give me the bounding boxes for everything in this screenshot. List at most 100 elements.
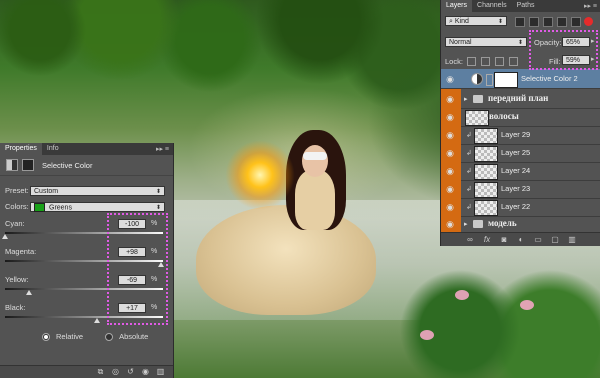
shape-filter-icon[interactable] — [557, 17, 567, 27]
girl-torso — [295, 170, 335, 230]
layer-row-selective-color[interactable]: ◉ Selective Color 2 — [441, 69, 600, 89]
layer-mask-icon[interactable] — [22, 159, 34, 171]
folder-icon[interactable]: ▭ — [534, 235, 543, 244]
eye-icon[interactable]: ◉ — [444, 148, 456, 158]
absolute-label[interactable]: Absolute — [119, 332, 148, 341]
cyan-slider-knob[interactable] — [2, 234, 8, 239]
preset-select[interactable]: Custom ⬍ — [30, 186, 165, 196]
layer-thumbnail — [474, 146, 498, 162]
relative-radio[interactable] — [42, 332, 50, 341]
yellow-slider-knob[interactable] — [26, 290, 33, 295]
black-label: Black: — [5, 303, 26, 312]
mode-radio-group: Relative Absolute — [42, 332, 148, 341]
kind-select[interactable]: ⌕ Kind ⬍ — [445, 16, 507, 26]
lock-image-icon[interactable] — [480, 56, 490, 66]
link-icon[interactable]: ∞ — [466, 235, 475, 244]
layer-name: Layer 22 — [501, 202, 531, 211]
layer-name: модель — [488, 218, 517, 228]
layer-name: Selective Color 2 — [521, 74, 578, 83]
girl-dress — [196, 205, 376, 315]
trash-icon[interactable]: ▥ — [156, 368, 165, 376]
tab-paths[interactable]: Paths — [512, 0, 540, 12]
eye-icon[interactable]: ◉ — [444, 112, 456, 122]
filter-toggle[interactable] — [584, 17, 593, 26]
black-row: Black: — [5, 302, 25, 313]
properties-title: Selective Color — [42, 160, 93, 170]
eye-icon[interactable]: ◉ — [444, 219, 456, 229]
magenta-label: Magenta: — [5, 247, 37, 256]
adjustment-filter-icon[interactable] — [529, 17, 539, 27]
tab-layers[interactable]: Layers — [441, 0, 473, 12]
view-previous-icon[interactable]: ◎ — [111, 368, 120, 376]
lock-position-icon[interactable] — [494, 56, 504, 66]
layers-footer: ∞ fx ◙ ◐ ▭ ▢ ▥ — [441, 232, 600, 246]
flower — [455, 290, 469, 300]
tab-channels[interactable]: Channels — [472, 0, 512, 12]
layer-name: Layer 29 — [501, 130, 531, 139]
layer-row[interactable]: ◉ ↲ Layer 22 — [441, 197, 600, 217]
blend-mode-select[interactable]: Normal ⬍ — [445, 37, 527, 47]
eye-icon[interactable]: ◉ — [444, 184, 456, 194]
fx-icon[interactable]: fx — [483, 235, 492, 244]
clipping-arrow-icon: ↲ — [466, 168, 472, 175]
black-slider-knob[interactable] — [94, 318, 101, 323]
properties-tabbar: Properties Info ▸▸ ≡ — [0, 143, 173, 155]
layer-row[interactable]: ◉ ↲ Layer 25 — [441, 143, 600, 163]
girl-mask — [303, 152, 327, 160]
preset-row: Preset: — [5, 185, 29, 196]
kind-value: Kind — [454, 18, 469, 25]
lock-all-icon[interactable] — [508, 56, 518, 66]
panel-menu-icon[interactable]: ▸▸ ≡ — [584, 2, 600, 10]
eye-icon[interactable]: ◉ — [444, 166, 456, 176]
layer-thumbnail — [465, 110, 489, 126]
clip-to-layer-icon[interactable]: ⧉ — [96, 368, 105, 376]
pixel-filter-icon[interactable] — [515, 17, 525, 27]
chevron-right-icon[interactable]: ▸ — [464, 95, 468, 103]
folder-icon — [473, 95, 483, 103]
eye-icon[interactable]: ◉ — [444, 130, 456, 140]
chain-link-icon[interactable] — [486, 74, 493, 86]
layer-row-group[interactable]: ◉ волосы — [441, 107, 600, 127]
layer-name: передний план — [488, 93, 549, 103]
magenta-row: Magenta: — [5, 246, 36, 257]
filter-row: ⌕ Kind ⬍ — [445, 16, 597, 27]
layer-row[interactable]: ◉ ↲ Layer 24 — [441, 161, 600, 181]
properties-header: Selective Color — [0, 155, 173, 176]
colors-row: Colors: — [5, 201, 29, 212]
eye-icon[interactable]: ◉ — [444, 74, 456, 84]
panel-menu-icon[interactable]: ▸▸ ≡ — [156, 145, 173, 153]
colors-select[interactable]: Greens ⬍ — [30, 202, 165, 212]
layer-row[interactable]: ◉ ↲ Layer 29 — [441, 125, 600, 145]
relative-label[interactable]: Relative — [56, 332, 83, 341]
tab-info[interactable]: Info — [42, 143, 64, 155]
layer-mask-thumbnail[interactable] — [494, 72, 518, 88]
layer-row[interactable]: ◉ ↲ Layer 23 — [441, 179, 600, 199]
layer-row-group[interactable]: ◉ ▸ передний план — [441, 89, 600, 109]
color-swatch — [34, 203, 45, 212]
foreground-bushes — [400, 270, 600, 378]
chevron-right-icon[interactable]: ▸ — [464, 220, 468, 228]
lock-transparent-icon[interactable] — [466, 56, 476, 66]
lantern-glow — [225, 140, 295, 210]
absolute-radio[interactable] — [105, 332, 114, 341]
trash-icon[interactable]: ▥ — [568, 235, 577, 244]
visibility-icon[interactable]: ◉ — [141, 368, 150, 376]
blend-mode-value: Normal — [449, 39, 472, 46]
chevron-down-icon: ⬍ — [517, 40, 523, 46]
clipping-arrow-icon: ↲ — [466, 186, 472, 193]
lock-row: Lock: — [445, 55, 518, 67]
layer-name: Layer 25 — [501, 148, 531, 157]
eye-icon[interactable]: ◉ — [444, 202, 456, 212]
annotation-highlight-opacity — [529, 30, 598, 70]
mask-icon[interactable]: ◙ — [500, 235, 509, 244]
reset-icon[interactable]: ↺ — [126, 368, 135, 376]
new-layer-icon[interactable]: ▢ — [551, 235, 560, 244]
adjustment-icon[interactable]: ◐ — [517, 235, 526, 244]
layer-row-group[interactable]: ◉ ▸ модель — [441, 215, 600, 233]
chevron-down-icon: ⬍ — [155, 205, 161, 211]
eye-icon[interactable]: ◉ — [444, 94, 456, 104]
cyan-row: Cyan: — [5, 218, 25, 229]
type-filter-icon[interactable] — [543, 17, 553, 27]
tab-properties[interactable]: Properties — [0, 143, 42, 155]
smart-object-filter-icon[interactable] — [571, 17, 581, 27]
